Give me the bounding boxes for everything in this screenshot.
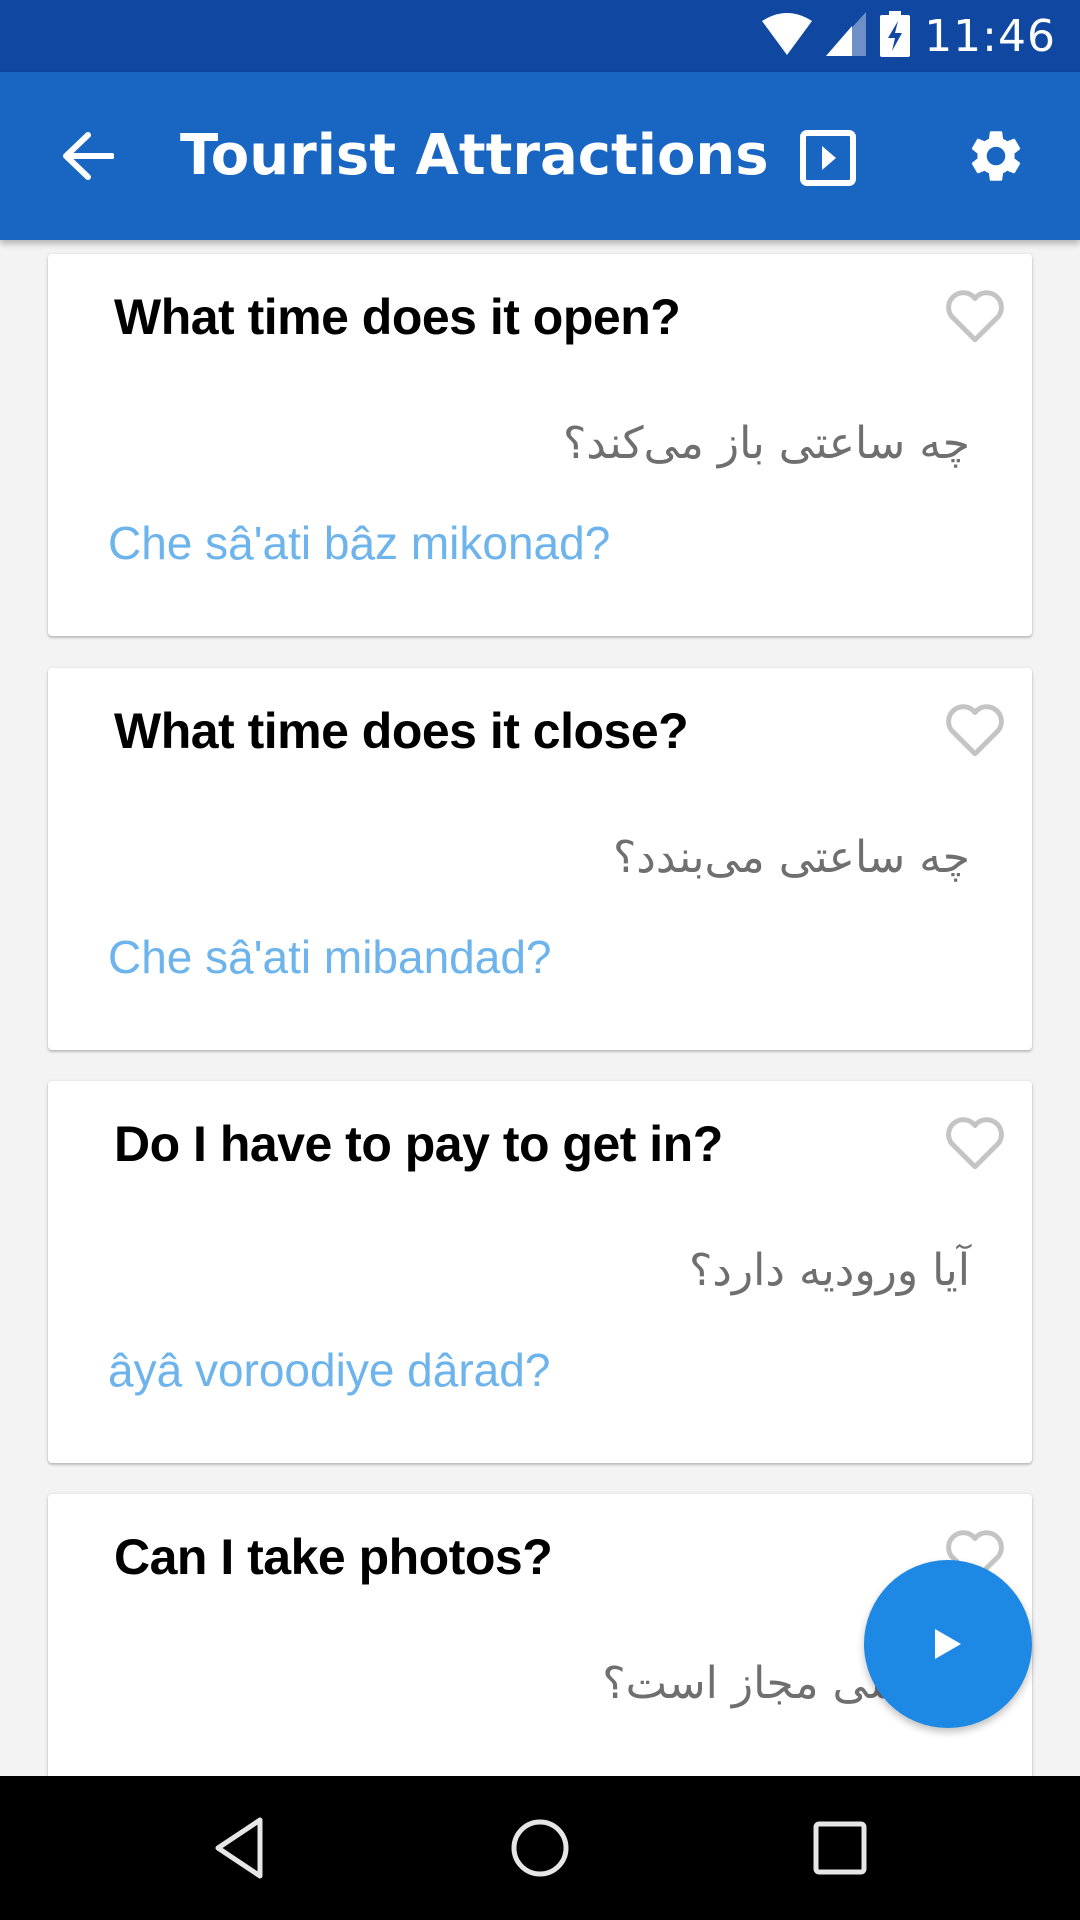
slideshow-play-icon [800,130,856,186]
heart-outline-icon [946,704,1004,757]
phrase-persian: چه ساعتی باز می‌کند؟ [562,418,970,469]
favorite-button[interactable] [942,1111,1008,1173]
phrase-transliteration: âyâ voroodiye dârad? [108,1344,551,1396]
wifi-icon [762,12,813,60]
recents-square-icon [813,1821,867,1875]
play-icon [935,1629,961,1659]
phrase-persian: آیا ورودیه دارد؟ [688,1245,970,1296]
back-button[interactable] [52,120,124,192]
phrase-persian: چه ساعتی می‌بندد؟ [612,832,970,883]
phrase-transliteration: Che sâ'ati mibandad? [108,931,552,983]
phrase-english: What time does it close? [114,703,689,759]
home-circle-icon [511,1819,569,1877]
phrase-transliteration: Che sâ'ati bâz mikonad? [108,517,611,569]
phrase-card[interactable]: What time does it close? چه ساعتی می‌بند… [48,668,1032,1050]
app-bar: Tourist Attractions [0,72,1080,240]
favorite-button[interactable] [942,284,1008,346]
arrow-left-icon [63,132,114,180]
heart-outline-icon [946,290,1004,343]
status-icons: 11:46 [762,0,1056,72]
phrase-card[interactable]: What time does it open? چه ساعتی باز می‌… [48,254,1032,636]
slideshow-button[interactable] [790,120,866,196]
phrase-english: Can I take photos? [114,1529,553,1585]
nav-back-button[interactable] [200,1808,280,1888]
phrase-list[interactable]: What time does it open? چه ساعتی باز می‌… [0,240,1080,1776]
settings-button[interactable] [958,118,1034,194]
phrase-card[interactable]: Do I have to pay to get in? آیا ورودیه د… [48,1081,1032,1463]
page-title: Tourist Attractions [180,123,769,188]
system-nav-bar [0,1776,1080,1920]
phrase-english: What time does it open? [114,289,681,345]
favorite-button[interactable] [942,698,1008,760]
nav-recents-button[interactable] [800,1808,880,1888]
nav-home-button[interactable] [500,1808,580,1888]
battery-charging-icon [880,10,911,62]
play-all-fab[interactable] [864,1560,1032,1728]
heart-outline-icon [946,1117,1004,1170]
gear-icon [971,131,1021,181]
phrase-english: Do I have to pay to get in? [114,1116,723,1172]
back-triangle-icon [215,1817,263,1879]
status-time: 11:46 [924,10,1056,62]
status-bar: 11:46 [0,0,1080,72]
cell-signal-icon [826,11,867,61]
